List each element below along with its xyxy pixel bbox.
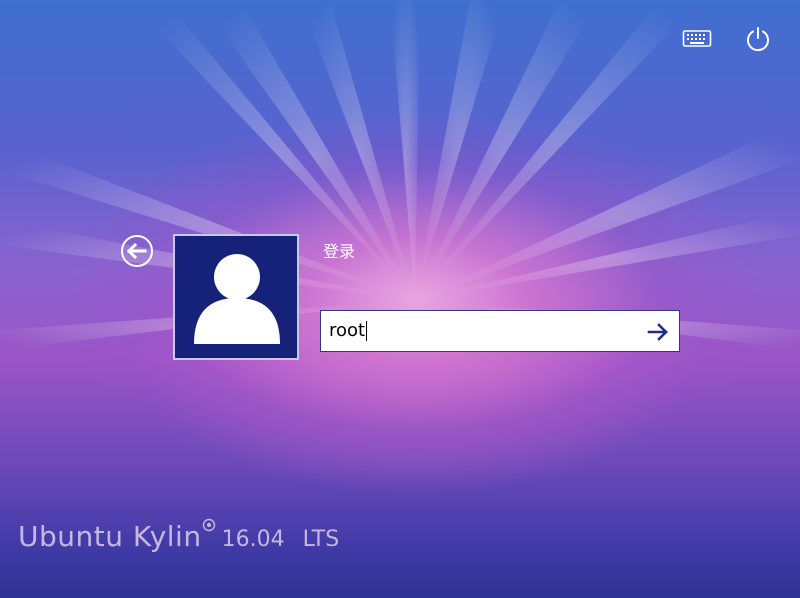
background-light-rays [0, 0, 800, 350]
password-input[interactable]: root [329, 311, 368, 351]
distro-branding: Ubuntu Kylin 16.04 LTS [18, 518, 340, 553]
ubuntu-logo-icon [202, 518, 215, 532]
password-value: root [329, 320, 366, 341]
login-title: 登录 [323, 242, 356, 261]
user-avatar [173, 234, 299, 360]
user-avatar-icon [194, 254, 280, 344]
power-icon [747, 27, 769, 52]
submit-button[interactable] [645, 319, 671, 345]
keyboard-button[interactable] [680, 22, 714, 56]
keyboard-icon [682, 30, 712, 47]
power-button[interactable] [741, 22, 775, 56]
password-field[interactable]: root [320, 310, 680, 352]
text-caret [366, 321, 368, 341]
arrow-right-icon [647, 323, 668, 341]
brand-version: 16.04 [221, 527, 285, 552]
brand-name: Ubuntu Kylin [18, 520, 202, 553]
back-arrow-icon [121, 235, 153, 267]
back-button[interactable] [120, 234, 154, 268]
brand-edition: LTS [302, 527, 340, 552]
